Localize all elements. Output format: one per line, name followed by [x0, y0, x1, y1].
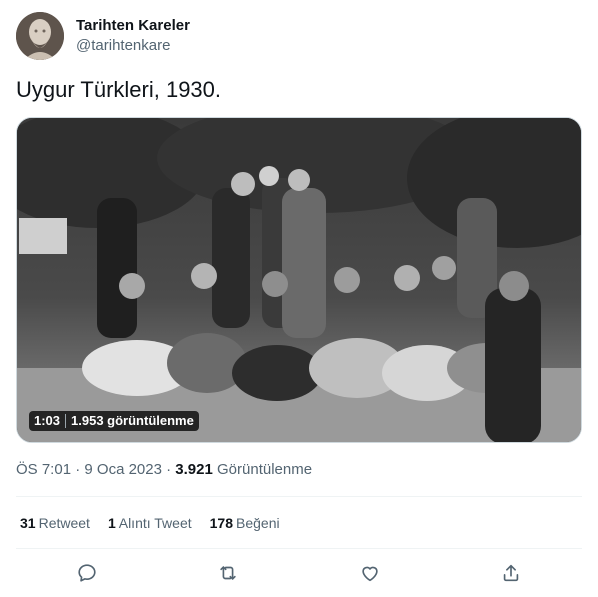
video-views: 1.953 görüntülenme: [71, 413, 194, 428]
action-bar: [16, 560, 582, 586]
meta-separator: ·: [71, 461, 85, 478]
author-display-name[interactable]: Tarihten Kareler: [76, 16, 190, 36]
quotes-label: Alıntı Tweet: [118, 515, 192, 531]
video-duration-views-badge: 1:03 1.953 görüntülenme: [29, 411, 199, 431]
retweets-label: Retweet: [38, 515, 90, 531]
share-icon: [504, 564, 519, 582]
share-button[interactable]: [498, 560, 524, 586]
quotes-count: 1: [107, 515, 116, 531]
like-icon: [362, 566, 378, 582]
tweet-time[interactable]: ÖS 7:01: [16, 461, 71, 478]
views-count: 3.921: [175, 461, 213, 478]
reply-button[interactable]: [74, 560, 100, 586]
tweet-date[interactable]: 9 Oca 2023: [84, 461, 162, 478]
avatar[interactable]: [16, 12, 64, 60]
tweet-meta: ÖS 7:01 · 9 Oca 2023 · 3.921 Görüntülenm…: [16, 460, 312, 480]
like-button[interactable]: [357, 560, 383, 586]
reply-icon: [78, 564, 96, 582]
author-handle[interactable]: @tarihtenkare: [76, 36, 190, 56]
views-label: Görüntülenme: [217, 461, 313, 478]
tweet-header: Tarihten Kareler @tarihtenkare: [16, 12, 190, 60]
likes-stat[interactable]: 178 Beğeni: [210, 513, 280, 533]
tweet-stats: 31 Retweet 1 Alıntı Tweet 178 Beğeni: [20, 513, 298, 533]
quotes-stat[interactable]: 1 Alıntı Tweet: [108, 513, 192, 533]
retweets-stat[interactable]: 31 Retweet: [20, 513, 90, 533]
retweets-count: 31: [20, 515, 36, 531]
video-duration: 1:03: [34, 413, 61, 428]
retweet-button[interactable]: [215, 560, 241, 586]
likes-label: Beğeni: [236, 515, 280, 531]
likes-count: 178: [209, 515, 233, 531]
tweet-text: Uygur Türkleri, 1930.: [16, 77, 222, 102]
video-thumbnail: [17, 118, 581, 442]
divider: [16, 548, 582, 549]
divider: [16, 496, 582, 497]
video-player[interactable]: 1:03 1.953 görüntülenme: [16, 117, 582, 443]
retweet-icon: [220, 566, 236, 580]
meta-separator-2: ·: [161, 461, 176, 478]
